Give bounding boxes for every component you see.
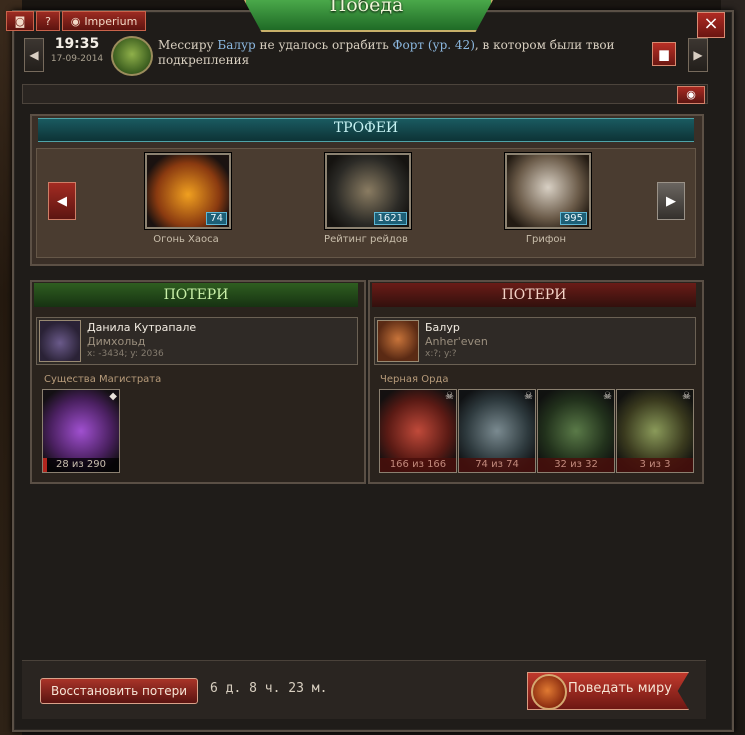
trophy-label: Огонь Хаоса [153,234,219,245]
trophy-item-chaos-fire[interactable]: 74 [145,153,231,229]
trophy-count: 1621 [373,212,407,225]
player-link[interactable]: Балур [217,38,255,52]
skull-icon: ☠ [682,391,691,402]
delete-button[interactable]: ▆ [652,42,676,66]
trophy-label: Грифон [525,234,567,245]
player-name: Балур [425,321,460,334]
server-label: Imperium [84,14,138,28]
unit-card[interactable]: ☠ 3 из 3 [616,389,694,473]
skull-icon: ☠ [445,391,454,402]
close-button[interactable]: × [697,12,725,38]
restore-timer: 6 д. 8 ч. 23 м. [210,681,328,696]
chevron-left-icon: ◀ [57,193,67,209]
unit-card[interactable]: ☠ 32 из 32 [537,389,615,473]
next-message-button[interactable]: ▶ [688,38,708,72]
player-name: Данила Кутрапале [87,321,197,334]
unit-card[interactable]: ☠ 166 из 166 [379,389,457,473]
unit-card[interactable]: ◆ 28 из 290 [42,389,120,473]
message-date: 17-09-2014 [50,54,104,64]
trophy-prev-button[interactable]: ◀ [48,182,76,220]
horn-icon [531,674,567,710]
message-time: 19:35 [54,36,100,52]
close-icon: × [703,13,719,34]
trophy-count: 74 [206,212,227,225]
server-button[interactable]: ◉ Imperium [62,11,146,31]
skull-icon: ☠ [603,391,612,402]
prev-message-button[interactable]: ◀ [24,38,44,72]
fort-link[interactable]: Форт (ур. 42) [393,38,475,52]
unit-loss-bar [380,458,456,472]
skull-icon: ◆ [109,391,117,402]
message-avatar [111,36,153,76]
trophy-item-griffin[interactable]: 995 [505,153,591,229]
player-guild: Anher'even [425,335,488,348]
player-card-right[interactable]: Балур Anher'even x:?; y:? [374,317,696,365]
faction-label: Существа Магистрата [44,374,162,385]
divider-bar [22,84,708,104]
chevron-right-icon: ▶ [666,193,676,209]
share-button-label[interactable]: Поведать миру [568,681,672,696]
player-coords: x: -3434; y: 2036 [87,349,164,359]
player-coords: x:?; y:? [425,349,457,359]
unit-loss-bar [459,458,535,472]
message-text: Мессиру Балур не удалось ограбить Форт (… [158,38,615,67]
page-title: Победа [329,0,404,16]
chevron-left-icon: ◀ [29,48,39,62]
player-card-left[interactable]: Данила Кутрапале Димхольд x: -3434; y: 2… [36,317,358,365]
player-guild: Димхольд [87,335,146,348]
view-button[interactable]: ◉ [677,86,705,104]
unit-card[interactable]: ☠ 74 из 74 [458,389,536,473]
eye-icon: ◉ [686,88,696,101]
help-button[interactable]: ? [36,11,60,31]
unit-count: 28 из 290 [43,458,119,472]
trophy-count: 995 [559,212,587,225]
camera-icon: ◙ [14,14,26,28]
help-icon: ? [45,14,51,28]
camera-button[interactable]: ◙ [6,11,34,31]
losses-title-right: ПОТЕРИ [372,283,696,307]
restore-losses-button[interactable]: Восстановить потери [40,678,198,704]
skull-icon: ☠ [524,391,533,402]
faction-label: Черная Орда [380,374,449,385]
losses-title-left: ПОТЕРИ [34,283,358,307]
avatar [377,320,419,362]
message-timestamp: 19:35 17-09-2014 [48,36,106,72]
trophy-label: Рейтинг рейдов [324,234,408,245]
unit-loss-bar [43,458,47,472]
trophy-title: ТРОФЕИ [333,120,399,136]
trash-icon: ▆ [659,47,669,61]
trophy-item-raid-rating[interactable]: 1621 [325,153,411,229]
top-toolbar: ◙ ? ◉ Imperium [6,11,146,31]
avatar [39,320,81,362]
unit-loss-bar [538,458,614,472]
unit-loss-bar [617,458,693,472]
chevron-right-icon: ▶ [693,48,703,62]
globe-icon: ◉ [70,14,81,28]
trophy-next-button[interactable]: ▶ [657,182,685,220]
